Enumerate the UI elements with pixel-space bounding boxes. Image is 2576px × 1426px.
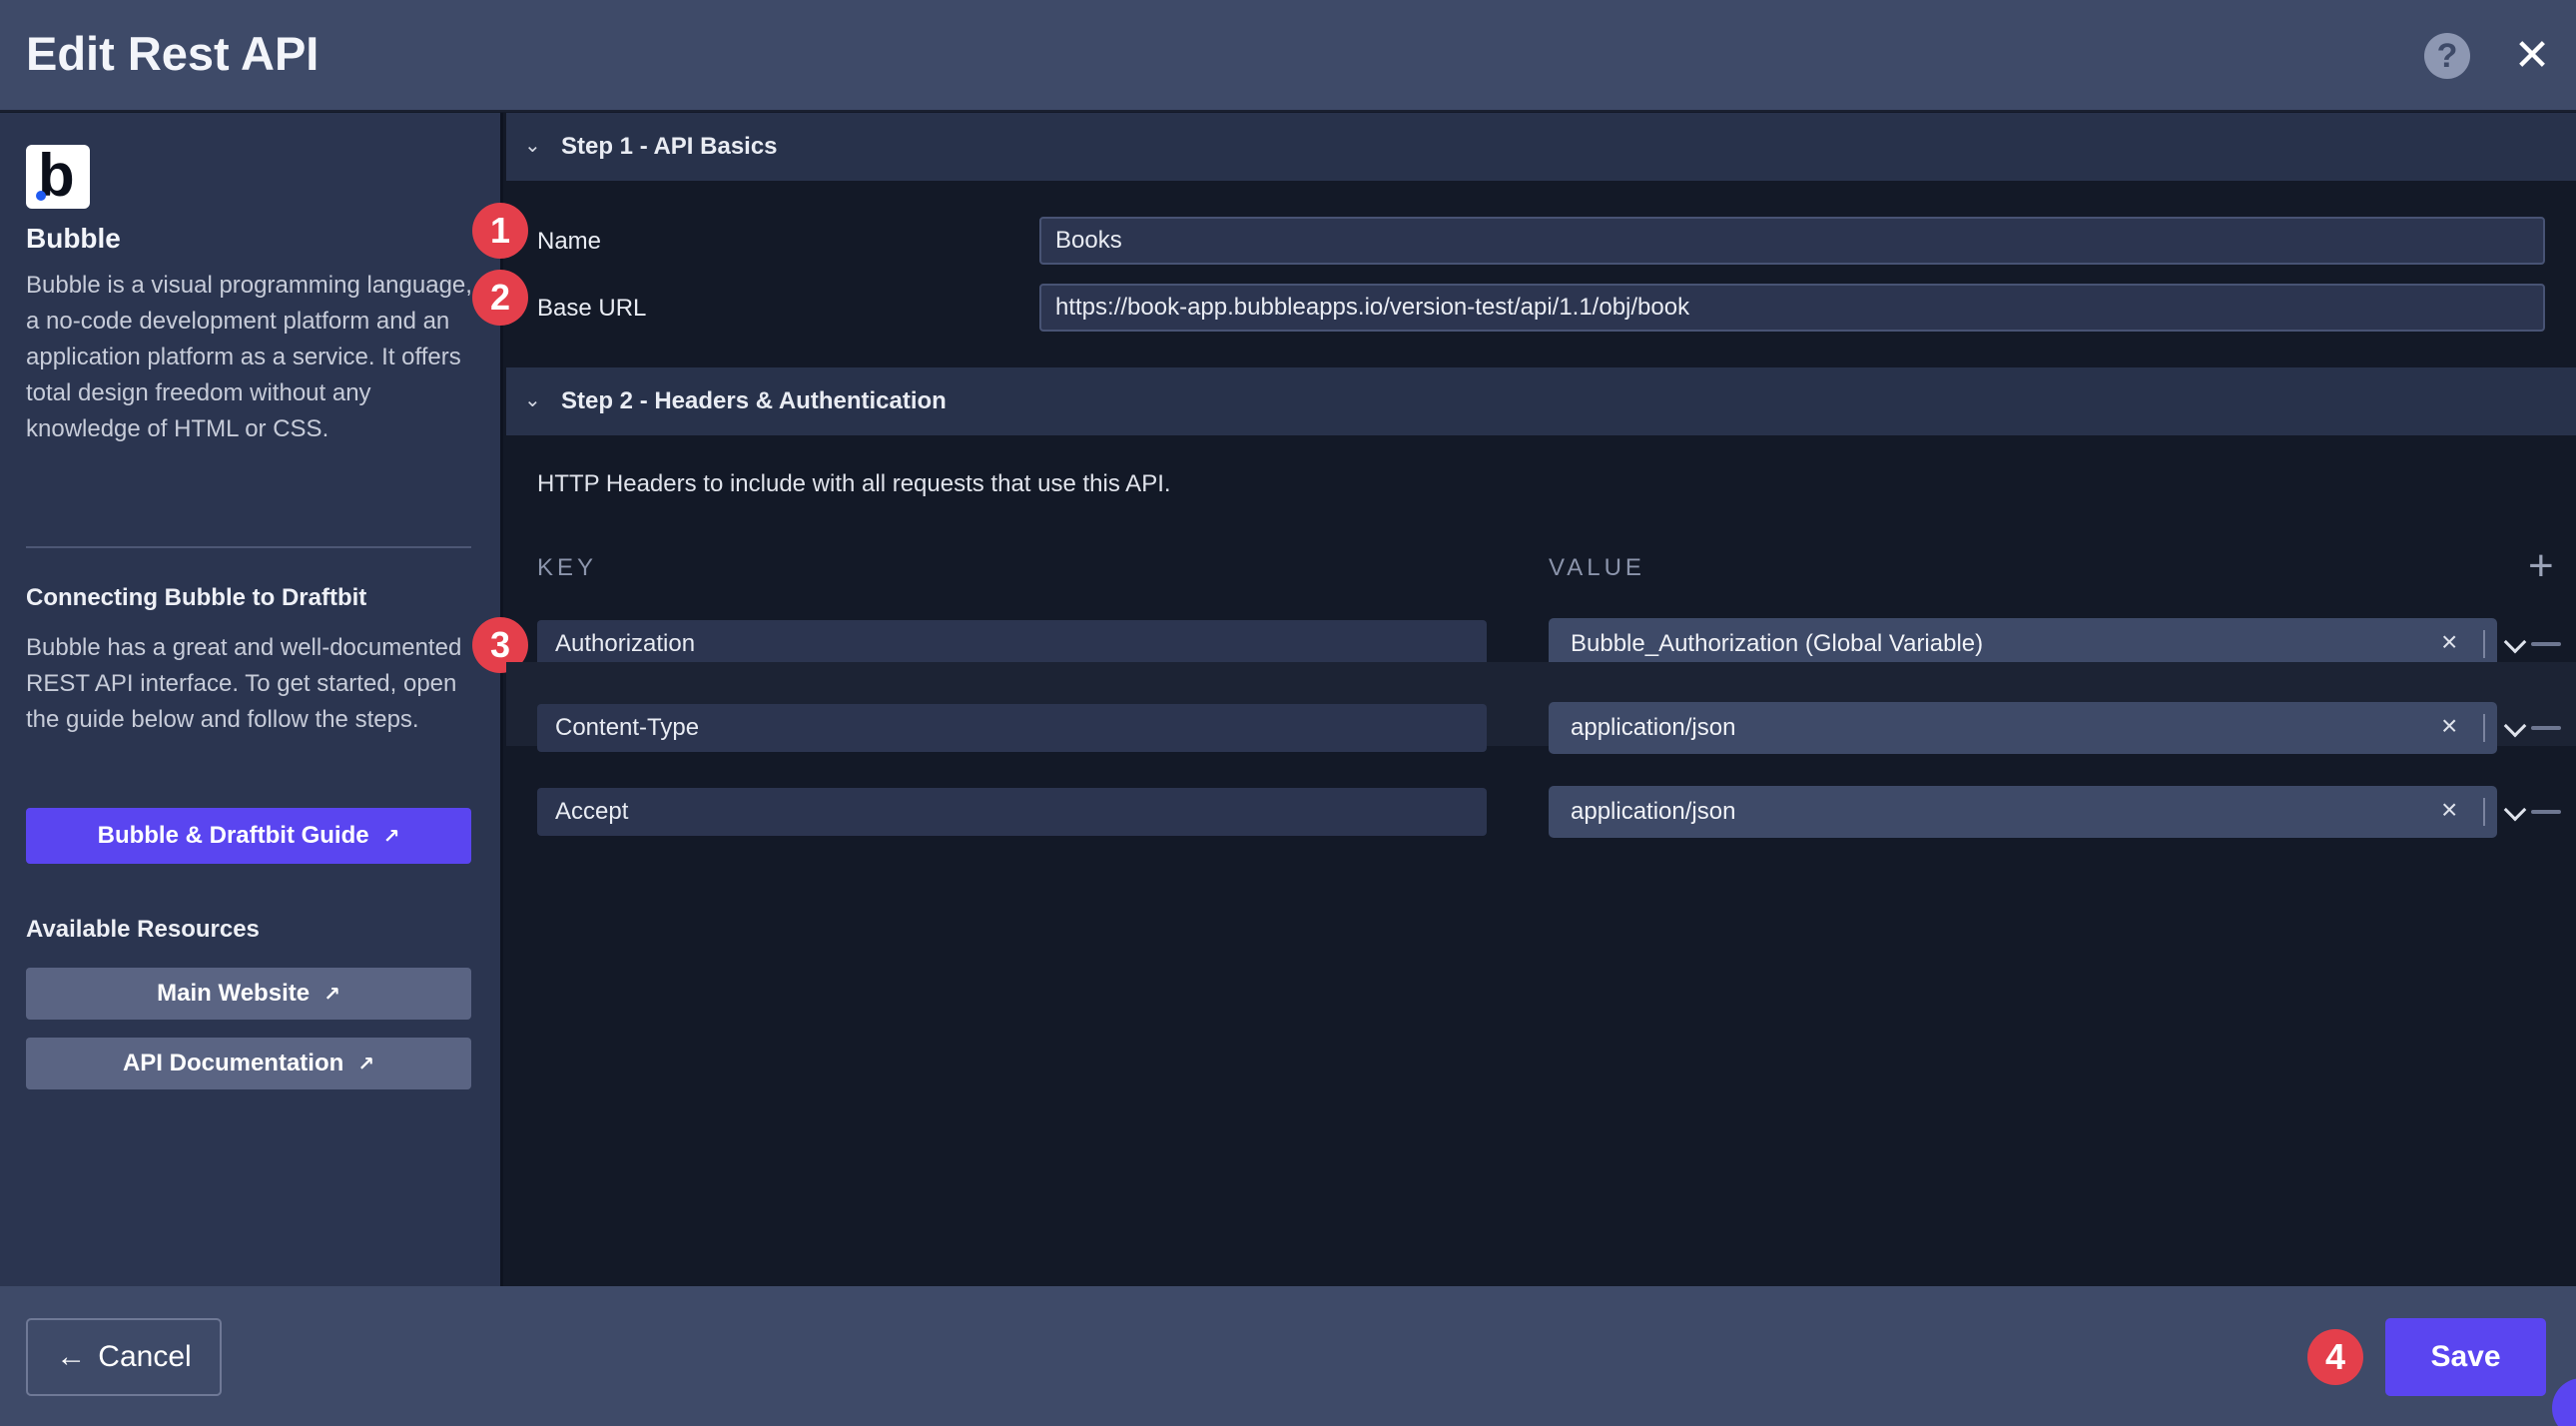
guide-button[interactable]: Bubble & Draftbit Guide ↗ [26, 808, 471, 864]
info-sidebar: b Bubble Bubble is a visual programming … [0, 113, 503, 1286]
step-badge-2: 2 [472, 270, 528, 326]
external-link-icon: ↗ [382, 825, 400, 848]
save-button[interactable]: Save [2385, 1318, 2546, 1396]
clear-icon[interactable]: × [2441, 794, 2457, 826]
arrow-left-icon: ← [56, 1340, 87, 1373]
api-documentation-label: API Documentation [122, 1050, 344, 1076]
connect-heading: Connecting Bubble to Draftbit [26, 584, 367, 611]
chevron-down-icon: ⌄ [524, 389, 541, 411]
name-input[interactable] [1039, 217, 2545, 265]
sidebar-divider [26, 546, 471, 548]
cancel-button[interactable]: ← Cancel [26, 1318, 222, 1396]
header-value-text: application/json [1571, 714, 1736, 741]
header-key-input[interactable] [537, 788, 1487, 836]
step1-label: Step 1 - API Basics [561, 133, 778, 160]
guide-button-label: Bubble & Draftbit Guide [97, 822, 369, 849]
step-badge-1: 1 [472, 203, 528, 259]
step2-label: Step 2 - Headers & Authentication [561, 387, 947, 414]
external-link-icon: ↗ [357, 1053, 375, 1075]
clear-icon[interactable]: × [2441, 710, 2457, 742]
step-badge-4: 4 [2307, 1329, 2363, 1385]
question-mark-icon[interactable]: ? [2424, 33, 2470, 79]
provider-description: Bubble is a visual programming language,… [26, 272, 472, 442]
remove-header-minus-icon[interactable] [2531, 810, 2561, 814]
save-label: Save [2430, 1340, 2501, 1373]
select-separator [2483, 798, 2485, 826]
header-key-input[interactable] [537, 704, 1487, 752]
headers-helper-text: HTTP Headers to include with all request… [537, 470, 1171, 497]
step2-section-header[interactable]: ⌄ Step 2 - Headers & Authentication [506, 367, 2576, 435]
main-website-label: Main Website [157, 980, 311, 1007]
modal-title: Edit Rest API [26, 27, 320, 80]
external-link-icon: ↗ [323, 983, 340, 1006]
chevron-down-icon[interactable] [2503, 630, 2527, 654]
clear-icon[interactable]: × [2441, 626, 2457, 658]
api-documentation-button[interactable]: API Documentation ↗ [26, 1038, 471, 1089]
main-panel: ⌄ Step 1 - API Basics 1 Name 2 Base URL … [472, 113, 2576, 1286]
select-separator [2483, 714, 2485, 742]
bubble-logo-dot [36, 191, 46, 201]
resources-heading: Available Resources [26, 916, 260, 943]
value-column-header: VALUE [1549, 554, 1645, 581]
main-website-button[interactable]: Main Website ↗ [26, 968, 471, 1020]
header-value-text: application/json [1571, 798, 1736, 825]
name-label: Name [537, 228, 602, 255]
base-url-label: Base URL [537, 295, 647, 322]
header-key-input[interactable] [537, 620, 1487, 668]
modal-header: Edit Rest API ? ✕ [0, 0, 2576, 112]
modal-footer: ← Cancel 4 Save [0, 1286, 2576, 1426]
key-column-header: KEY [537, 554, 598, 581]
close-icon[interactable]: ✕ [2512, 32, 2552, 80]
remove-header-minus-icon[interactable] [2531, 642, 2561, 646]
remove-header-minus-icon[interactable] [2531, 726, 2561, 730]
connect-text: Bubble has a great and well-documented R… [26, 634, 462, 733]
select-separator [2483, 630, 2485, 658]
provider-name: Bubble [26, 223, 121, 254]
step1-section-header[interactable]: ⌄ Step 1 - API Basics [506, 113, 2576, 181]
chevron-down-icon[interactable] [2503, 798, 2527, 822]
cancel-label: Cancel [98, 1340, 192, 1373]
base-url-input[interactable] [1039, 284, 2545, 332]
header-value-text: Bubble_Authorization (Global Variable) [1571, 630, 1984, 657]
header-value-select[interactable]: application/json × [1549, 702, 2527, 754]
chevron-down-icon: ⌄ [524, 135, 541, 157]
add-header-plus-icon[interactable]: + [2528, 544, 2554, 588]
bubble-logo: b [26, 145, 90, 209]
header-value-select[interactable]: application/json × [1549, 786, 2527, 838]
